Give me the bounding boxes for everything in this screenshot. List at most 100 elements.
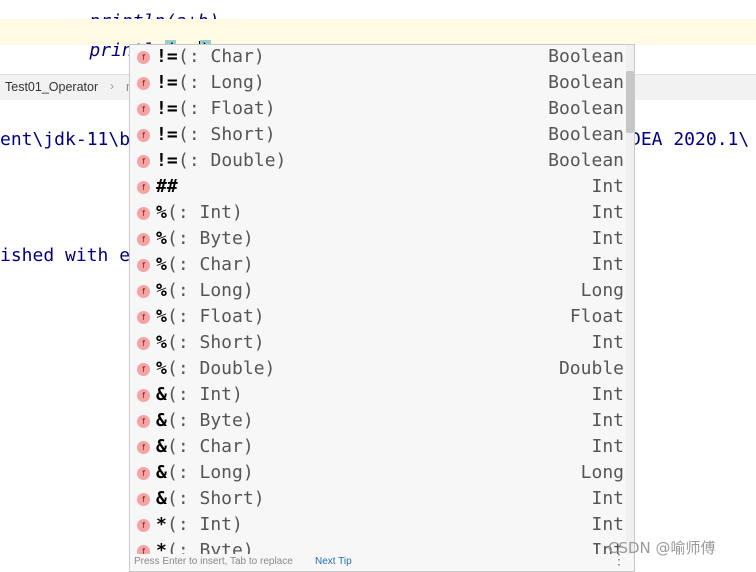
next-tip-link[interactable]: Next Tip [315, 556, 352, 567]
function-icon: f [137, 285, 150, 298]
completion-operator: % [156, 358, 167, 379]
completion-signature: (: Long) [167, 462, 254, 483]
completion-item[interactable]: f% (: Double) Double [130, 357, 626, 383]
completion-signature: (: Int) [167, 384, 243, 405]
chevron-right-icon: › [110, 79, 114, 93]
footer-hint: Press Enter to insert, Tab to replace [134, 556, 293, 567]
completion-item[interactable]: f & (: Long) Long [130, 461, 626, 487]
completion-signature: (: Byte) [167, 410, 254, 431]
completion-return-type: Int [591, 254, 624, 275]
completion-item[interactable]: f != (: Double) Boolean [130, 149, 626, 175]
function-icon: f [137, 363, 150, 376]
function-icon: f [137, 311, 150, 324]
completion-signature: (: Float) [178, 98, 276, 119]
completion-item[interactable]: f & (: Short) Int [130, 487, 626, 513]
completion-return-type: Int [591, 228, 624, 249]
function-icon: f [137, 337, 150, 350]
completion-operator: != [156, 98, 178, 119]
completion-operator: % [156, 306, 167, 327]
completion-return-type: Boolean [548, 98, 624, 119]
function-icon: f [137, 389, 150, 402]
function-icon: f [137, 155, 150, 168]
completion-signature: (: Char) [167, 254, 254, 275]
completion-signature: (: Short) [167, 332, 265, 353]
function-icon: f [137, 77, 150, 90]
completion-operator: != [156, 72, 178, 93]
completion-signature: (: Long) [178, 72, 265, 93]
popup-scrollbar-thumb[interactable] [626, 71, 634, 133]
function-icon: f [137, 233, 150, 246]
completion-signature: (: Short) [178, 124, 276, 145]
function-icon: f [137, 207, 150, 220]
completion-operator: & [156, 488, 167, 509]
console-line-exit: ished with ex [0, 245, 141, 266]
completion-signature: (: Int) [167, 202, 243, 223]
completion-return-type: Long [580, 280, 624, 301]
completion-item[interactable]: f != (: Short) Boolean [130, 123, 626, 149]
completion-return-type: Int [591, 384, 624, 405]
completion-return-type: Int [591, 332, 624, 353]
popup-footer: Press Enter to insert, Tab to replace Ne… [130, 551, 634, 571]
completion-item[interactable]: f% (: Byte) Int [130, 227, 626, 253]
console-line-command: ent\jdk-11\bi [0, 129, 141, 150]
function-icon: f [137, 493, 150, 506]
completion-item[interactable]: f ## Int [130, 175, 626, 201]
completion-operator: & [156, 462, 167, 483]
function-icon: f [137, 519, 150, 532]
completion-signature: (: Float) [167, 306, 265, 327]
completion-signature: (: Short) [167, 488, 265, 509]
completion-operator: % [156, 280, 167, 301]
completion-operator: != [156, 46, 178, 67]
completion-return-type: Int [591, 436, 624, 457]
completion-item[interactable]: f% (: Char) Int [130, 253, 626, 279]
function-icon: f [137, 103, 150, 116]
completion-return-type: Int [591, 488, 624, 509]
completion-item[interactable]: f% (: Float) Float [130, 305, 626, 331]
completion-item[interactable]: f != (: Long) Boolean [130, 71, 626, 97]
completion-signature: (: Int) [167, 514, 243, 535]
function-icon: f [137, 181, 150, 194]
completion-operator: & [156, 436, 167, 457]
completion-item[interactable]: f% (: Short) Int [130, 331, 626, 357]
completion-item[interactable]: f & (: Int) Int [130, 383, 626, 409]
completion-item[interactable]: f & (: Char) Int [130, 435, 626, 461]
completion-item[interactable]: f != (: Float) Boolean [130, 97, 626, 123]
completion-item[interactable]: f% (: Int) Int [130, 201, 626, 227]
completion-operator: != [156, 150, 178, 171]
completion-signature: (: Byte) [167, 228, 254, 249]
completion-return-type: Int [591, 202, 624, 223]
completion-operator: % [156, 332, 167, 353]
completion-signature: (: Double) [178, 150, 287, 171]
completion-signature: (: Char) [178, 46, 265, 67]
completion-operator: % [156, 254, 167, 275]
completion-operator: ## [156, 176, 178, 197]
function-icon: f [137, 415, 150, 428]
completion-return-type: Boolean [548, 46, 624, 67]
code-line-2-current: println(a.) [0, 19, 756, 61]
function-icon: f [137, 51, 150, 64]
completion-operator: * [156, 514, 167, 535]
function-icon: f [137, 259, 150, 272]
completion-return-type: Boolean [548, 150, 624, 171]
completion-return-type: Double [558, 358, 624, 379]
console-line-command-tail: DEA 2020.1\ [630, 129, 750, 150]
completion-item[interactable]: f * (: Int) Int [130, 513, 626, 539]
completion-item[interactable]: f & (: Byte) Int [130, 409, 626, 435]
code-completion-popup[interactable]: f != (: Char) Boolean f != (: Long) Boolean f !=(… [129, 44, 635, 572]
completion-item[interactable]: f% (: Long) Long [130, 279, 626, 305]
watermark: CSDN @喻师傅 [608, 539, 716, 557]
completion-item[interactable]: f != (: Char) Boolean [130, 45, 626, 71]
completion-signature: (: Double) [167, 358, 276, 379]
run-tab-test01-operator[interactable]: Test01_Operator [5, 80, 98, 94]
completion-operator: % [156, 202, 167, 223]
completion-return-type: Boolean [548, 124, 624, 145]
completion-return-type: Long [580, 462, 624, 483]
completion-return-type: Int [591, 410, 624, 431]
code-editor[interactable]: println(a+b) println(a.) [0, 0, 756, 61]
completion-operator: & [156, 410, 167, 431]
completion-return-type: Float [569, 306, 624, 327]
completion-return-type: Int [591, 176, 624, 197]
function-icon: f [137, 441, 150, 454]
completion-return-type: Boolean [548, 72, 624, 93]
completion-operator: & [156, 384, 167, 405]
